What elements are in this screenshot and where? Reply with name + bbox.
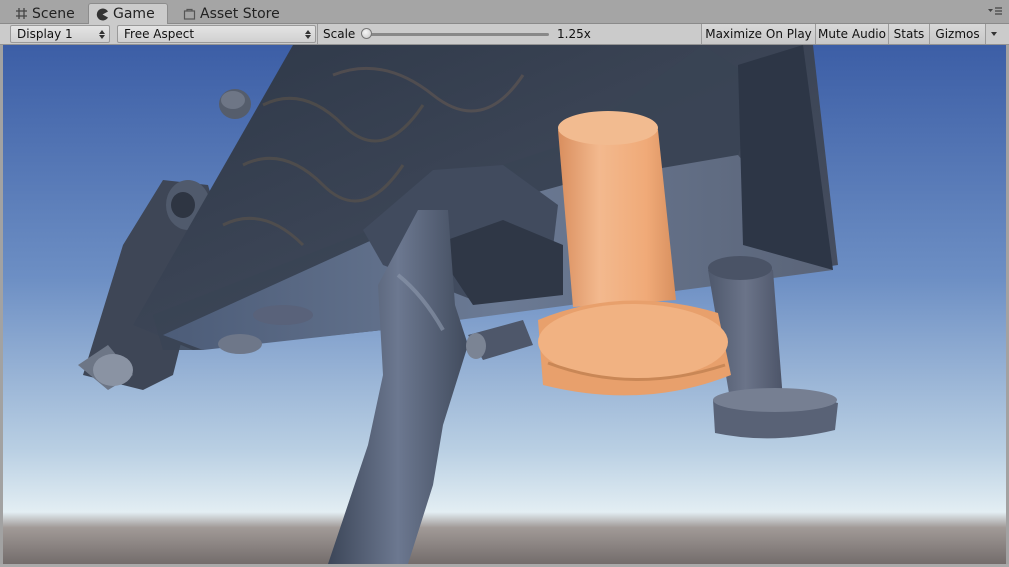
display-dropdown-value: Display 1 (17, 27, 73, 41)
display-dropdown[interactable]: Display 1 (10, 25, 110, 43)
gizmos-dropdown-arrow[interactable] (985, 24, 1001, 44)
scale-slider-thumb[interactable] (361, 28, 372, 39)
panel-menu-icon[interactable] (987, 5, 1003, 17)
stats-toggle[interactable]: Stats (888, 24, 929, 44)
dropdown-arrows-icon (99, 28, 105, 40)
maximize-on-play-toggle[interactable]: Maximize On Play (701, 24, 815, 44)
stats-label: Stats (893, 27, 925, 41)
mute-audio-label: Mute Audio (818, 27, 886, 41)
tab-asset-store[interactable]: Asset Store (176, 3, 288, 24)
maximize-on-play-label: Maximize On Play (705, 27, 812, 41)
tab-asset-store-label: Asset Store (200, 5, 280, 22)
lower-screw (218, 334, 262, 354)
dropdown-arrows-icon (305, 28, 311, 40)
scale-label: Scale (323, 27, 356, 41)
scene-grid-icon (14, 7, 28, 21)
toolbar-divider (317, 24, 318, 44)
scale-slider-track[interactable] (366, 33, 549, 36)
aspect-dropdown[interactable]: Free Aspect (117, 25, 316, 43)
scene-render (3, 45, 1006, 564)
game-pacman-icon (95, 7, 109, 21)
tab-game[interactable]: Game (88, 3, 168, 24)
mute-audio-toggle[interactable]: Mute Audio (815, 24, 888, 44)
tab-scene-label: Scene (32, 5, 75, 22)
game-viewport[interactable] (3, 45, 1006, 564)
asset-store-bag-icon (182, 7, 196, 21)
tab-game-label: Game (113, 6, 155, 22)
aspect-dropdown-value: Free Aspect (124, 27, 195, 41)
scale-value: 1.25x (557, 27, 591, 41)
chevron-down-icon (990, 32, 997, 36)
tab-scene[interactable]: Scene (8, 3, 83, 24)
editor-tab-strip: Scene Game Asset Store (0, 0, 1009, 24)
gizmos-label: Gizmos (935, 27, 980, 41)
game-view-toolbar: Display 1 Free Aspect Scale 1.25x Maximi… (0, 24, 1009, 45)
gizmos-toggle[interactable]: Gizmos (929, 24, 985, 44)
